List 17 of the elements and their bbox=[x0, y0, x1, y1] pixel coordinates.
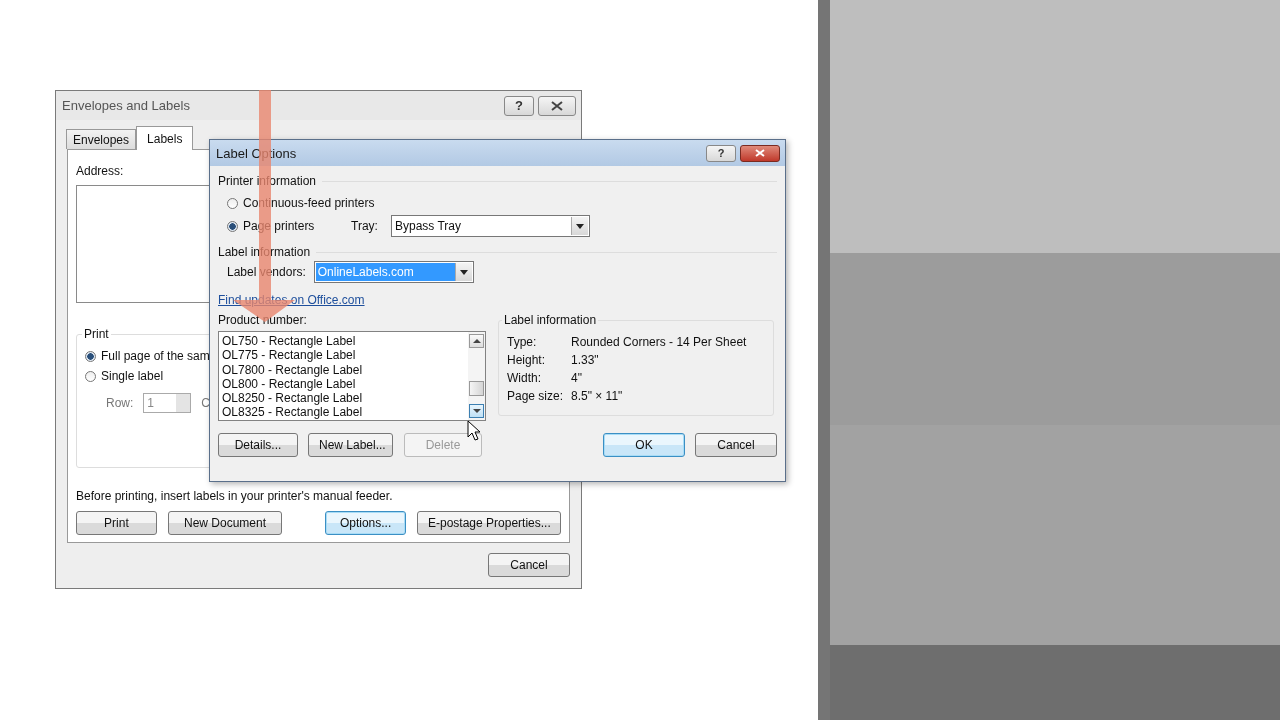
column-label: C bbox=[201, 396, 210, 410]
address-label: Address: bbox=[76, 164, 125, 178]
info-value: Rounded Corners - 14 Per Sheet bbox=[571, 335, 748, 349]
info-name: Page size: bbox=[507, 389, 565, 403]
info-value: 8.5" × 11" bbox=[571, 389, 624, 403]
info-name: Height: bbox=[507, 353, 547, 367]
product-label: Product number: bbox=[218, 313, 308, 327]
row-label: Row: bbox=[106, 396, 134, 410]
info-name: Width: bbox=[507, 371, 542, 385]
info-name: Type: bbox=[507, 335, 538, 349]
group-title: Print bbox=[82, 327, 111, 341]
info-value: 1.33" bbox=[571, 353, 600, 367]
tray-label: Tray: bbox=[351, 219, 379, 233]
feeder-note: Before printing, insert labels in your printer's manual feeder. bbox=[76, 489, 394, 503]
info-value: 4" bbox=[571, 371, 583, 385]
group-title: Label information bbox=[502, 313, 599, 327]
window-title: Envelopes and Labels bbox=[62, 98, 191, 113]
